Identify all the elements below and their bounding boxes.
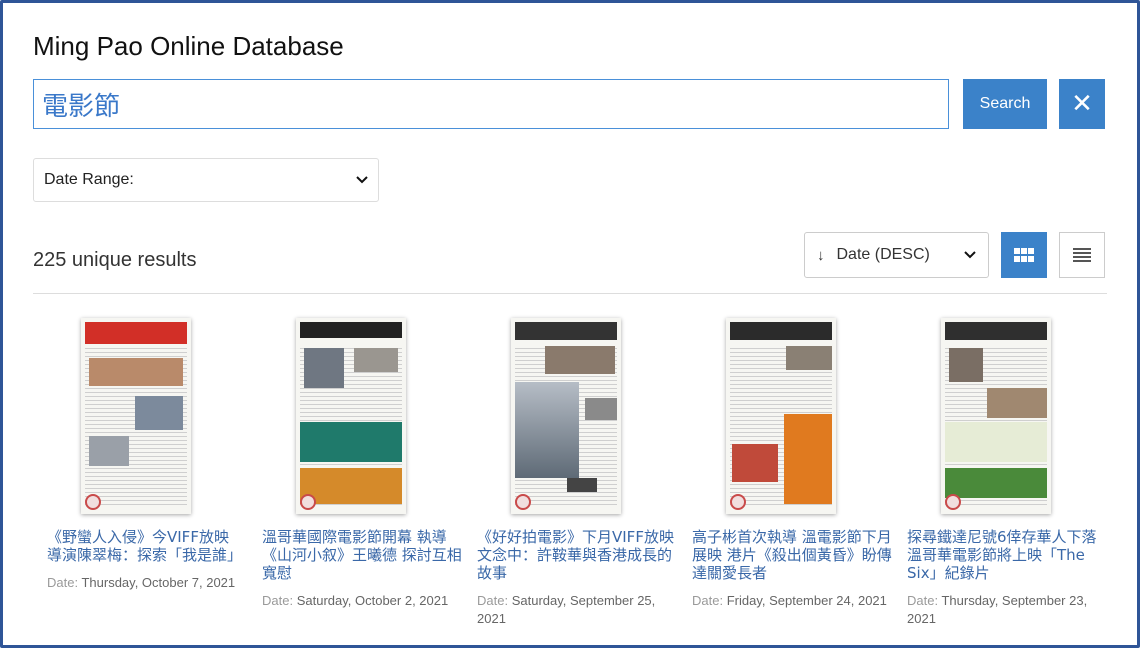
date-value: Saturday, October 2, 2021 <box>296 593 449 608</box>
card-title[interactable]: 探尋鐵達尼號6倖存華人下落 溫哥華電影節將上映「The Six」紀錄片 <box>907 528 1107 582</box>
result-card[interactable]: 高子彬首次執導 溫電影節下月展映 港片《殺出個黃昏》盼傳達關愛長者 Date: … <box>692 318 892 610</box>
card-date: Date: Thursday, September 23, 2021 <box>907 592 1107 628</box>
search-input[interactable] <box>33 79 949 129</box>
result-card[interactable]: 溫哥華國際電影節開幕 執導《山河小叙》王曦德 探討互相寬慰 Date: Satu… <box>262 318 462 610</box>
clear-search-button[interactable]: ✕ <box>1059 79 1105 129</box>
card-title[interactable]: 《好好拍電影》下月VIFF放映 文念中：許鞍華與香港成長的故事 <box>477 528 677 582</box>
sort-select[interactable]: ↓ Date (DESC) <box>804 232 989 278</box>
card-title[interactable]: 《野蠻人入侵》今VIFF放映 導演陳翠梅：探索「我是誰」 <box>47 528 247 564</box>
chevron-down-icon <box>964 246 976 264</box>
close-icon: ✕ <box>1071 89 1093 119</box>
list-view-button[interactable] <box>1059 232 1105 278</box>
date-label: Date: <box>47 575 79 590</box>
page-title: Ming Pao Online Database <box>33 31 344 61</box>
newspaper-thumbnail[interactable] <box>941 318 1051 514</box>
grid-icon <box>1014 248 1034 262</box>
newspaper-thumbnail[interactable] <box>296 318 406 514</box>
result-card[interactable]: 探尋鐵達尼號6倖存華人下落 溫哥華電影節將上映「The Six」紀錄片 Date… <box>907 318 1107 628</box>
card-title[interactable]: 溫哥華國際電影節開幕 執導《山河小叙》王曦德 探討互相寬慰 <box>262 528 462 582</box>
newspaper-thumbnail[interactable] <box>81 318 191 514</box>
card-title[interactable]: 高子彬首次執導 溫電影節下月展映 港片《殺出個黃昏》盼傳達關愛長者 <box>692 528 892 582</box>
results-count: 225 unique results <box>33 249 197 271</box>
sort-label: Date (DESC) <box>836 246 930 263</box>
list-icon <box>1073 248 1091 262</box>
card-date: Date: Thursday, October 7, 2021 <box>47 574 247 592</box>
result-card[interactable]: 《好好拍電影》下月VIFF放映 文念中：許鞍華與香港成長的故事 Date: Sa… <box>477 318 677 628</box>
card-date: Date: Saturday, October 2, 2021 <box>262 592 462 610</box>
divider <box>33 293 1107 294</box>
chevron-down-icon <box>356 171 368 189</box>
date-range-label: Date Range: <box>44 171 134 188</box>
search-button[interactable]: Search <box>963 79 1047 129</box>
app-frame: Ming Pao Online Database Search ✕ Date R… <box>0 0 1140 648</box>
date-label: Date: <box>477 593 509 608</box>
result-card[interactable]: 《野蠻人入侵》今VIFF放映 導演陳翠梅：探索「我是誰」 Date: Thurs… <box>47 318 247 592</box>
newspaper-thumbnail[interactable] <box>511 318 621 514</box>
newspaper-thumbnail[interactable] <box>726 318 836 514</box>
arrow-down-icon: ↓ <box>817 246 825 264</box>
date-range-select[interactable]: Date Range: <box>33 158 379 202</box>
date-value: Friday, September 24, 2021 <box>726 593 887 608</box>
grid-view-button[interactable] <box>1001 232 1047 278</box>
date-label: Date: <box>262 593 294 608</box>
card-date: Date: Friday, September 24, 2021 <box>692 592 892 610</box>
date-label: Date: <box>907 593 939 608</box>
card-date: Date: Saturday, September 25, 2021 <box>477 592 677 628</box>
date-label: Date: <box>692 593 724 608</box>
date-value: Thursday, October 7, 2021 <box>81 575 236 590</box>
